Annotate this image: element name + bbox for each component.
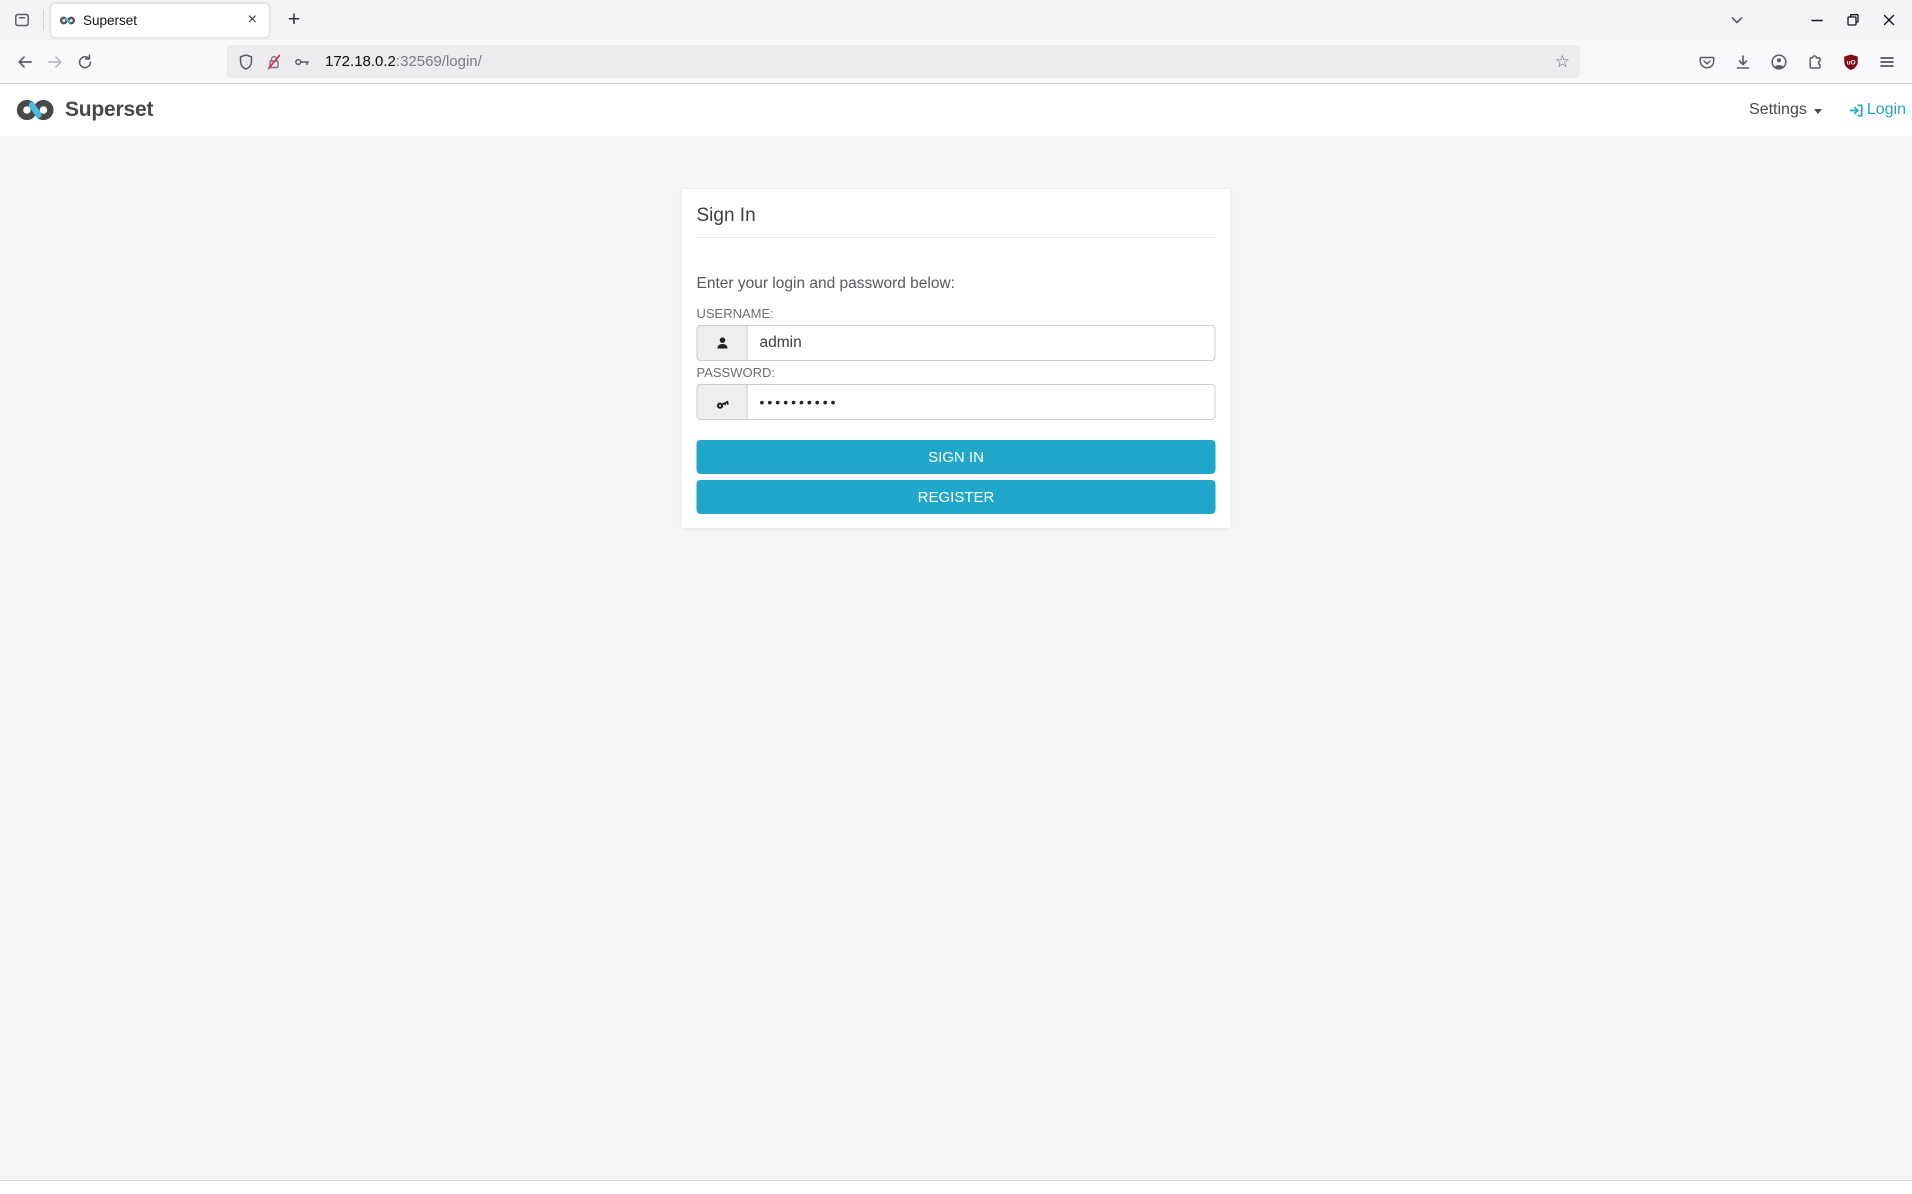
- settings-label: Settings: [1749, 101, 1807, 118]
- forward-button[interactable]: [40, 47, 70, 77]
- username-input-group: [696, 325, 1216, 361]
- superset-navbar: Superset Settings Login: [0, 84, 1912, 136]
- login-link[interactable]: Login: [1848, 101, 1906, 119]
- pocket-button[interactable]: [1692, 47, 1722, 77]
- minimize-icon: [1808, 11, 1826, 29]
- insecure-lock-slash-icon[interactable]: [265, 53, 283, 71]
- password-input-group: [696, 384, 1216, 420]
- firefox-view-button[interactable]: [8, 6, 36, 34]
- reload-icon: [76, 53, 94, 71]
- key-addon: [696, 384, 747, 420]
- sign-in-card: Sign In Enter your login and password be…: [680, 188, 1232, 529]
- password-input[interactable]: [746, 384, 1216, 420]
- reload-button[interactable]: [70, 47, 100, 77]
- hamburger-menu-icon: [1878, 53, 1896, 71]
- forward-arrow-icon: [46, 53, 64, 71]
- toolbar-icon-cluster: uO: [1692, 47, 1902, 77]
- pocket-icon: [1698, 53, 1716, 71]
- tabbar-separator: [43, 10, 44, 30]
- account-button[interactable]: [1764, 47, 1794, 77]
- restore-button[interactable]: [1838, 6, 1868, 34]
- minimize-button[interactable]: [1802, 6, 1832, 34]
- settings-dropdown[interactable]: Settings: [1749, 101, 1822, 119]
- url-bar[interactable]: 172.18.0.2:32569/login/ ☆: [227, 45, 1580, 78]
- url-host: 172.18.0.2: [325, 53, 396, 70]
- tracking-protection-shield-icon[interactable]: [237, 53, 255, 71]
- download-icon: [1734, 53, 1752, 71]
- ublock-origin-button[interactable]: uO: [1836, 47, 1866, 77]
- superset-brand[interactable]: Superset: [14, 96, 153, 124]
- tab-title: Superset: [83, 12, 138, 28]
- password-label: PASSWORD:: [696, 365, 776, 380]
- close-window-button[interactable]: [1874, 6, 1904, 34]
- page-footer: [0, 1180, 1912, 1194]
- bookmark-star-icon[interactable]: ☆: [1555, 52, 1570, 72]
- downloads-button[interactable]: [1728, 47, 1758, 77]
- list-tabs-button[interactable]: [1722, 6, 1752, 34]
- account-icon: [1770, 53, 1788, 71]
- username-label: USERNAME:: [696, 306, 774, 321]
- sign-in-arrow-icon: [1848, 102, 1865, 119]
- extensions-button[interactable]: [1800, 47, 1830, 77]
- tab-close-icon[interactable]: ×: [244, 11, 261, 29]
- new-tab-button[interactable]: +: [279, 5, 309, 35]
- title-divider: [696, 237, 1216, 238]
- restore-window-icon: [1844, 11, 1862, 29]
- key-icon: [714, 394, 731, 411]
- firefox-view-icon: [13, 11, 31, 29]
- login-label: Login: [1866, 101, 1906, 118]
- superset-favicon-icon: [59, 15, 76, 26]
- user-icon: [714, 335, 730, 351]
- url-text[interactable]: 172.18.0.2:32569/login/: [325, 53, 1545, 70]
- user-addon: [696, 325, 747, 361]
- browser-toolbar: 172.18.0.2:32569/login/ ☆ uO: [0, 40, 1912, 84]
- back-button[interactable]: [10, 47, 40, 77]
- page-body: Sign In Enter your login and password be…: [0, 136, 1912, 1180]
- chevron-down-icon: [1728, 11, 1746, 29]
- puzzle-icon: [1806, 53, 1824, 71]
- caret-down-icon: [1813, 108, 1822, 114]
- window-controls: [1722, 6, 1904, 34]
- url-path: :32569/login/: [395, 53, 482, 70]
- sign-in-button[interactable]: SIGN IN: [696, 440, 1216, 474]
- browser-window: Superset × + 172.18.0.2:32569/login/ ☆ u…: [0, 0, 1912, 1194]
- superset-logo-icon: [14, 96, 58, 124]
- close-icon: [1880, 11, 1898, 29]
- back-arrow-icon: [16, 53, 34, 71]
- login-instruction: Enter your login and password below:: [696, 275, 955, 292]
- menu-button[interactable]: [1872, 47, 1902, 77]
- username-input[interactable]: [746, 325, 1216, 361]
- svg-text:uO: uO: [1846, 59, 1855, 66]
- sign-in-title: Sign In: [696, 205, 756, 226]
- key-login-icon[interactable]: [293, 53, 312, 71]
- tab-bar: Superset × +: [0, 0, 1912, 40]
- register-button[interactable]: REGISTER: [696, 480, 1216, 514]
- ublock-shield-icon: uO: [1842, 53, 1860, 71]
- tab-superset[interactable]: Superset ×: [51, 3, 269, 37]
- brand-name: Superset: [65, 98, 154, 121]
